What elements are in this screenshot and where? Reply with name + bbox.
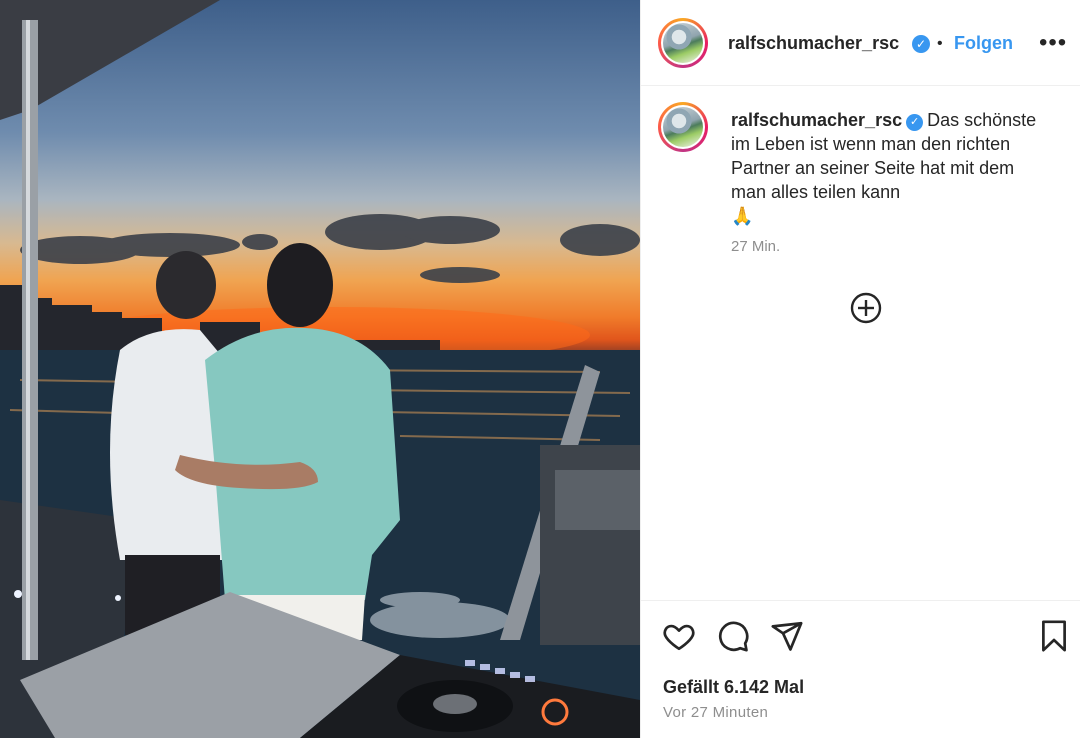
separator-dot: • <box>937 35 943 52</box>
post-actions: Gefällt 6.142 Mal Vor 27 Minuten <box>641 600 1080 738</box>
post-side-panel: ralfschumacher_rsc ✓ • Folgen ••• ralfsc… <box>640 0 1080 738</box>
plus-circle-icon[interactable] <box>850 292 882 324</box>
author-username[interactable]: ralfschumacher_rsc <box>728 33 899 54</box>
post-header: ralfschumacher_rsc ✓ • Folgen ••• <box>641 0 1080 86</box>
more-options-icon[interactable]: ••• <box>1039 29 1067 57</box>
heart-icon[interactable] <box>662 619 696 653</box>
verified-badge-icon: ✓ <box>912 35 930 53</box>
author-avatar[interactable] <box>658 18 708 68</box>
follow-button[interactable]: Folgen <box>954 33 1013 54</box>
photo-scene <box>0 0 640 738</box>
paper-plane-icon[interactable] <box>770 619 804 653</box>
post-photo[interactable] <box>0 0 640 738</box>
likes-count[interactable]: Gefällt 6.142 Mal <box>663 677 804 698</box>
caption-verified-icon: ✓ <box>906 114 924 131</box>
caption-time: 27 Min. <box>731 238 781 255</box>
caption-avatar[interactable] <box>658 102 708 152</box>
caption-emoji: 🙏 <box>731 206 754 226</box>
caption-username[interactable]: ralfschumacher_rsc <box>731 110 902 130</box>
post-caption: ralfschumacher_rsc ✓ Das schönste im Leben… <box>731 108 1051 228</box>
bookmark-icon[interactable] <box>1037 619 1071 653</box>
comment-icon[interactable] <box>716 619 750 653</box>
posted-time[interactable]: Vor 27 Minuten <box>663 704 768 721</box>
